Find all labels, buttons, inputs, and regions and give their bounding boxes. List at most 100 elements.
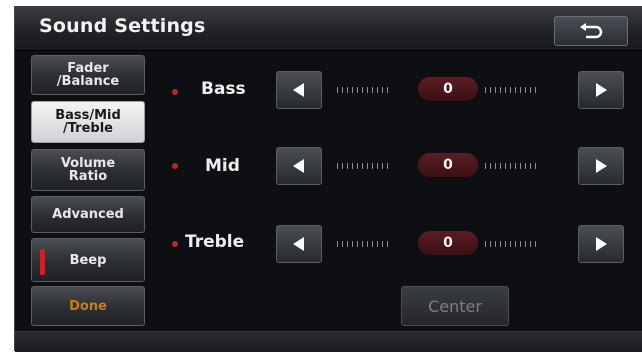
menu-fader-balance-label: Fader /Balance — [56, 61, 120, 89]
slider-tick — [510, 163, 511, 169]
menu-bass-mid-treble[interactable]: Bass/Mid /Treble — [31, 101, 145, 143]
mid-decrease-button[interactable] — [276, 147, 322, 185]
left-arrow-icon — [293, 237, 304, 251]
slider-tick — [485, 163, 486, 169]
slider-tick — [490, 241, 491, 247]
slider-tick — [525, 87, 526, 93]
slider-tick — [520, 163, 521, 169]
menu-done[interactable]: Done — [31, 286, 145, 326]
return-arrow-icon — [580, 23, 603, 39]
treble-label: Treble — [185, 232, 245, 252]
slider-tick — [500, 241, 501, 247]
slider-tick — [530, 87, 531, 93]
slider-tick — [505, 163, 506, 169]
slider-tick — [347, 87, 348, 93]
slider-tick — [495, 163, 496, 169]
menu-volume-ratio[interactable]: Volume Ratio — [31, 149, 145, 191]
slider-tick — [530, 163, 531, 169]
menu-advanced-label: Advanced — [52, 207, 124, 222]
slider-tick — [515, 163, 516, 169]
slider-tick — [357, 163, 358, 169]
slider-tick — [535, 241, 536, 247]
slider-tick — [337, 87, 338, 93]
slider-tick — [535, 87, 536, 93]
treble-indicator — [172, 241, 178, 247]
menu-beep-label: Beep — [69, 252, 107, 268]
menu-beep[interactable]: Beep — [31, 238, 145, 282]
slider-tick — [372, 241, 373, 247]
slider-tick — [362, 241, 363, 247]
page-title: Sound Settings — [39, 15, 206, 37]
slider-tick — [495, 87, 496, 93]
bottom-bar — [15, 331, 642, 352]
treble-slider-right[interactable] — [485, 241, 536, 247]
slider-tick — [342, 241, 343, 247]
mid-slider-right[interactable] — [485, 163, 536, 169]
menu-done-label: Done — [69, 298, 107, 314]
right-arrow-icon — [596, 83, 607, 97]
slider-tick — [342, 163, 343, 169]
slider-tick — [525, 241, 526, 247]
slider-tick — [515, 241, 516, 247]
slider-tick — [357, 241, 358, 247]
slider-tick — [362, 87, 363, 93]
slider-tick — [337, 241, 338, 247]
slider-tick — [347, 241, 348, 247]
treble-slider-left[interactable] — [337, 241, 388, 247]
treble-value: 0 — [418, 231, 478, 255]
slider-tick — [495, 241, 496, 247]
slider-tick — [337, 163, 338, 169]
back-button[interactable] — [554, 16, 628, 46]
mid-slider-left[interactable] — [337, 163, 388, 169]
slider-tick — [520, 241, 521, 247]
bass-slider-left[interactable] — [337, 87, 388, 93]
menu-volume-ratio-label: Volume Ratio — [60, 156, 116, 184]
slider-tick — [505, 241, 506, 247]
slider-tick — [500, 87, 501, 93]
menu-fader-balance[interactable]: Fader /Balance — [31, 55, 145, 95]
slider-tick — [372, 163, 373, 169]
bass-value: 0 — [418, 77, 478, 101]
slider-tick — [352, 87, 353, 93]
sound-settings-screen: Sound Settings Fader /Balance Bass/Mid /… — [14, 6, 642, 352]
title-bar: Sound Settings — [15, 6, 642, 51]
center-button[interactable]: Center — [401, 286, 509, 326]
menu-advanced[interactable]: Advanced — [31, 196, 145, 233]
slider-tick — [490, 87, 491, 93]
treble-decrease-button[interactable] — [276, 225, 322, 263]
slider-tick — [372, 87, 373, 93]
right-arrow-icon — [596, 159, 607, 173]
slider-tick — [500, 163, 501, 169]
bass-label: Bass — [201, 79, 246, 99]
bass-decrease-button[interactable] — [276, 71, 322, 109]
mid-label: Mid — [205, 156, 240, 176]
left-arrow-icon — [293, 159, 304, 173]
slider-tick — [510, 87, 511, 93]
bass-increase-button[interactable] — [578, 71, 624, 109]
mid-value: 0 — [418, 153, 478, 177]
slider-tick — [510, 241, 511, 247]
slider-tick — [367, 163, 368, 169]
slider-tick — [357, 87, 358, 93]
slider-tick — [490, 163, 491, 169]
slider-tick — [362, 163, 363, 169]
slider-tick — [485, 241, 486, 247]
treble-increase-button[interactable] — [578, 225, 624, 263]
bass-indicator — [172, 89, 178, 95]
bass-slider-right[interactable] — [485, 87, 536, 93]
slider-tick — [347, 163, 348, 169]
slider-tick — [515, 87, 516, 93]
slider-tick — [387, 163, 388, 169]
slider-tick — [520, 87, 521, 93]
slider-tick — [342, 87, 343, 93]
slider-tick — [382, 241, 383, 247]
mid-increase-button[interactable] — [578, 147, 624, 185]
slider-tick — [387, 87, 388, 93]
slider-tick — [525, 163, 526, 169]
slider-tick — [367, 241, 368, 247]
slider-tick — [505, 87, 506, 93]
slider-tick — [377, 87, 378, 93]
slider-tick — [382, 87, 383, 93]
menu-bass-mid-treble-label: Bass/Mid /Treble — [55, 108, 121, 136]
left-arrow-icon — [293, 83, 304, 97]
